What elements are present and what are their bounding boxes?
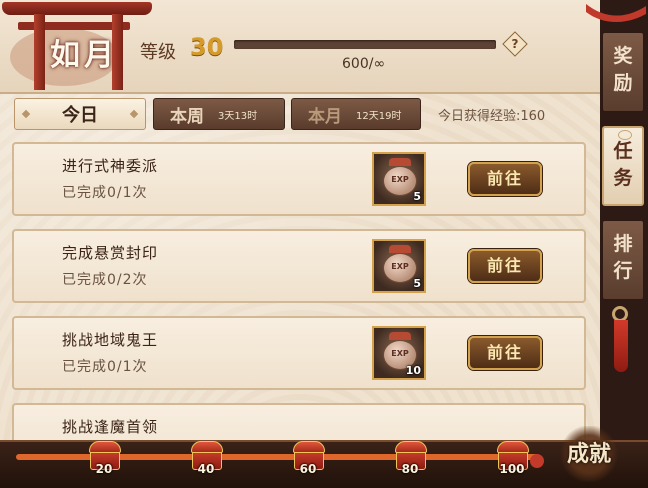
today-exp-text: 今日获得经验:160 [438, 109, 546, 124]
reward-count: 5 [413, 190, 421, 203]
task-card: 挑战地域鬼王 已完成0/1次 EXP 10 前往 [12, 316, 586, 390]
chest-icon[interactable]: 80 [392, 438, 428, 476]
chest-lid [497, 441, 529, 453]
task-progress: 已完成0/1次 [62, 185, 148, 201]
chest-lid [293, 441, 325, 453]
task-screen: 如月 等级 30 ? 600/∞ 今日 本周 3天13时 本月 12天19时 今… [0, 0, 648, 488]
side-tab-rewards-char2: 励 [613, 72, 633, 94]
task-title: 进行式神委派 [62, 157, 159, 175]
task-card: 完成悬赏封印 已完成0/2次 EXP 5 前往 [12, 229, 586, 303]
main-panel: 如月 等级 30 ? 600/∞ 今日 本周 3天13时 本月 12天19时 今… [0, 0, 600, 477]
chest-milestone-label: 80 [401, 462, 419, 476]
torii-post-left [34, 14, 45, 90]
go-button[interactable]: 前往 [468, 336, 542, 370]
side-tab-tasks-char1: 任 [613, 140, 633, 162]
exp-bag-text: EXP [391, 349, 409, 358]
chest-lid [395, 441, 427, 453]
task-card: 进行式神委派 已完成0/1次 EXP 5 前往 [12, 142, 586, 216]
chest-icon[interactable]: 60 [290, 438, 326, 476]
tab-week[interactable]: 本周 3天13时 [153, 98, 285, 130]
chest-icon[interactable]: 100 [494, 438, 530, 476]
red-ribbon-icon [586, 4, 646, 23]
reward-count: 10 [405, 364, 421, 377]
side-tab-tasks[interactable]: 任 务 [602, 126, 644, 206]
reward-count: 5 [413, 277, 421, 290]
chest-icon[interactable]: 40 [188, 438, 224, 476]
chest-lid [191, 441, 223, 453]
side-tab-ranking[interactable]: 排 行 [602, 220, 644, 300]
tab-today[interactable]: 今日 [14, 98, 146, 130]
level-value: 30 [190, 33, 224, 61]
task-title: 挑战地域鬼王 [62, 331, 159, 349]
help-icon-glyph: ? [511, 37, 519, 51]
go-button[interactable]: 前往 [468, 162, 542, 196]
exp-bag-icon: EXP 5 [372, 152, 426, 206]
header: 如月 等级 30 ? 600/∞ [0, 0, 600, 94]
chest-milestone-label: 20 [95, 462, 113, 476]
exp-bag-icon: EXP 10 [372, 326, 426, 380]
exp-bag-text: EXP [391, 262, 409, 271]
level-label: 等级 [140, 42, 176, 63]
tab-week-label: 本周 [170, 106, 204, 127]
exp-bag-text: EXP [391, 175, 409, 184]
exp-bag: EXP [383, 253, 417, 283]
side-tab-rewards[interactable]: 奖 励 [602, 32, 644, 112]
achievement-button[interactable]: 成就 [558, 426, 620, 482]
exp-bag-ribbon [389, 158, 411, 166]
exp-bag-icon: EXP 5 [372, 239, 426, 293]
tab-month-label: 本月 [308, 106, 342, 127]
side-tab-ranking-char1: 排 [613, 233, 633, 255]
tab-today-label: 今日 [62, 105, 98, 126]
torii-beam [2, 2, 152, 15]
exp-progress-bar [234, 40, 496, 49]
exp-bag-ribbon [389, 245, 411, 253]
player-name: 如月 [50, 38, 118, 73]
tab-week-timer: 3天13时 [218, 110, 258, 122]
task-title: 挑战逢魔首领 [62, 418, 159, 436]
chest-lid [89, 441, 121, 453]
go-button[interactable]: 前往 [468, 249, 542, 283]
chest-milestone-label: 40 [197, 462, 215, 476]
tab-month[interactable]: 本月 12天19时 [291, 98, 421, 130]
exp-bag-ribbon [389, 332, 411, 340]
chest-milestone-label: 60 [299, 462, 317, 476]
task-progress: 已完成0/2次 [62, 272, 148, 288]
side-tab-tasks-char2: 务 [613, 167, 633, 189]
help-icon[interactable]: ? [502, 31, 528, 57]
task-progress: 已完成0/1次 [62, 359, 148, 375]
tassel-icon [614, 320, 628, 372]
exp-text: 600/∞ [342, 56, 386, 72]
chest-milestone-label: 100 [499, 462, 525, 476]
side-tab-ranking-char2: 行 [613, 260, 633, 282]
side-tab-rewards-char1: 奖 [613, 45, 633, 67]
exp-bag: EXP [383, 166, 417, 196]
chest-icon[interactable]: 20 [86, 438, 122, 476]
task-title: 完成悬赏封印 [62, 244, 159, 262]
knot-icon [530, 454, 544, 468]
tab-month-timer: 12天19时 [356, 110, 402, 122]
tab-ring-icon [618, 130, 632, 140]
